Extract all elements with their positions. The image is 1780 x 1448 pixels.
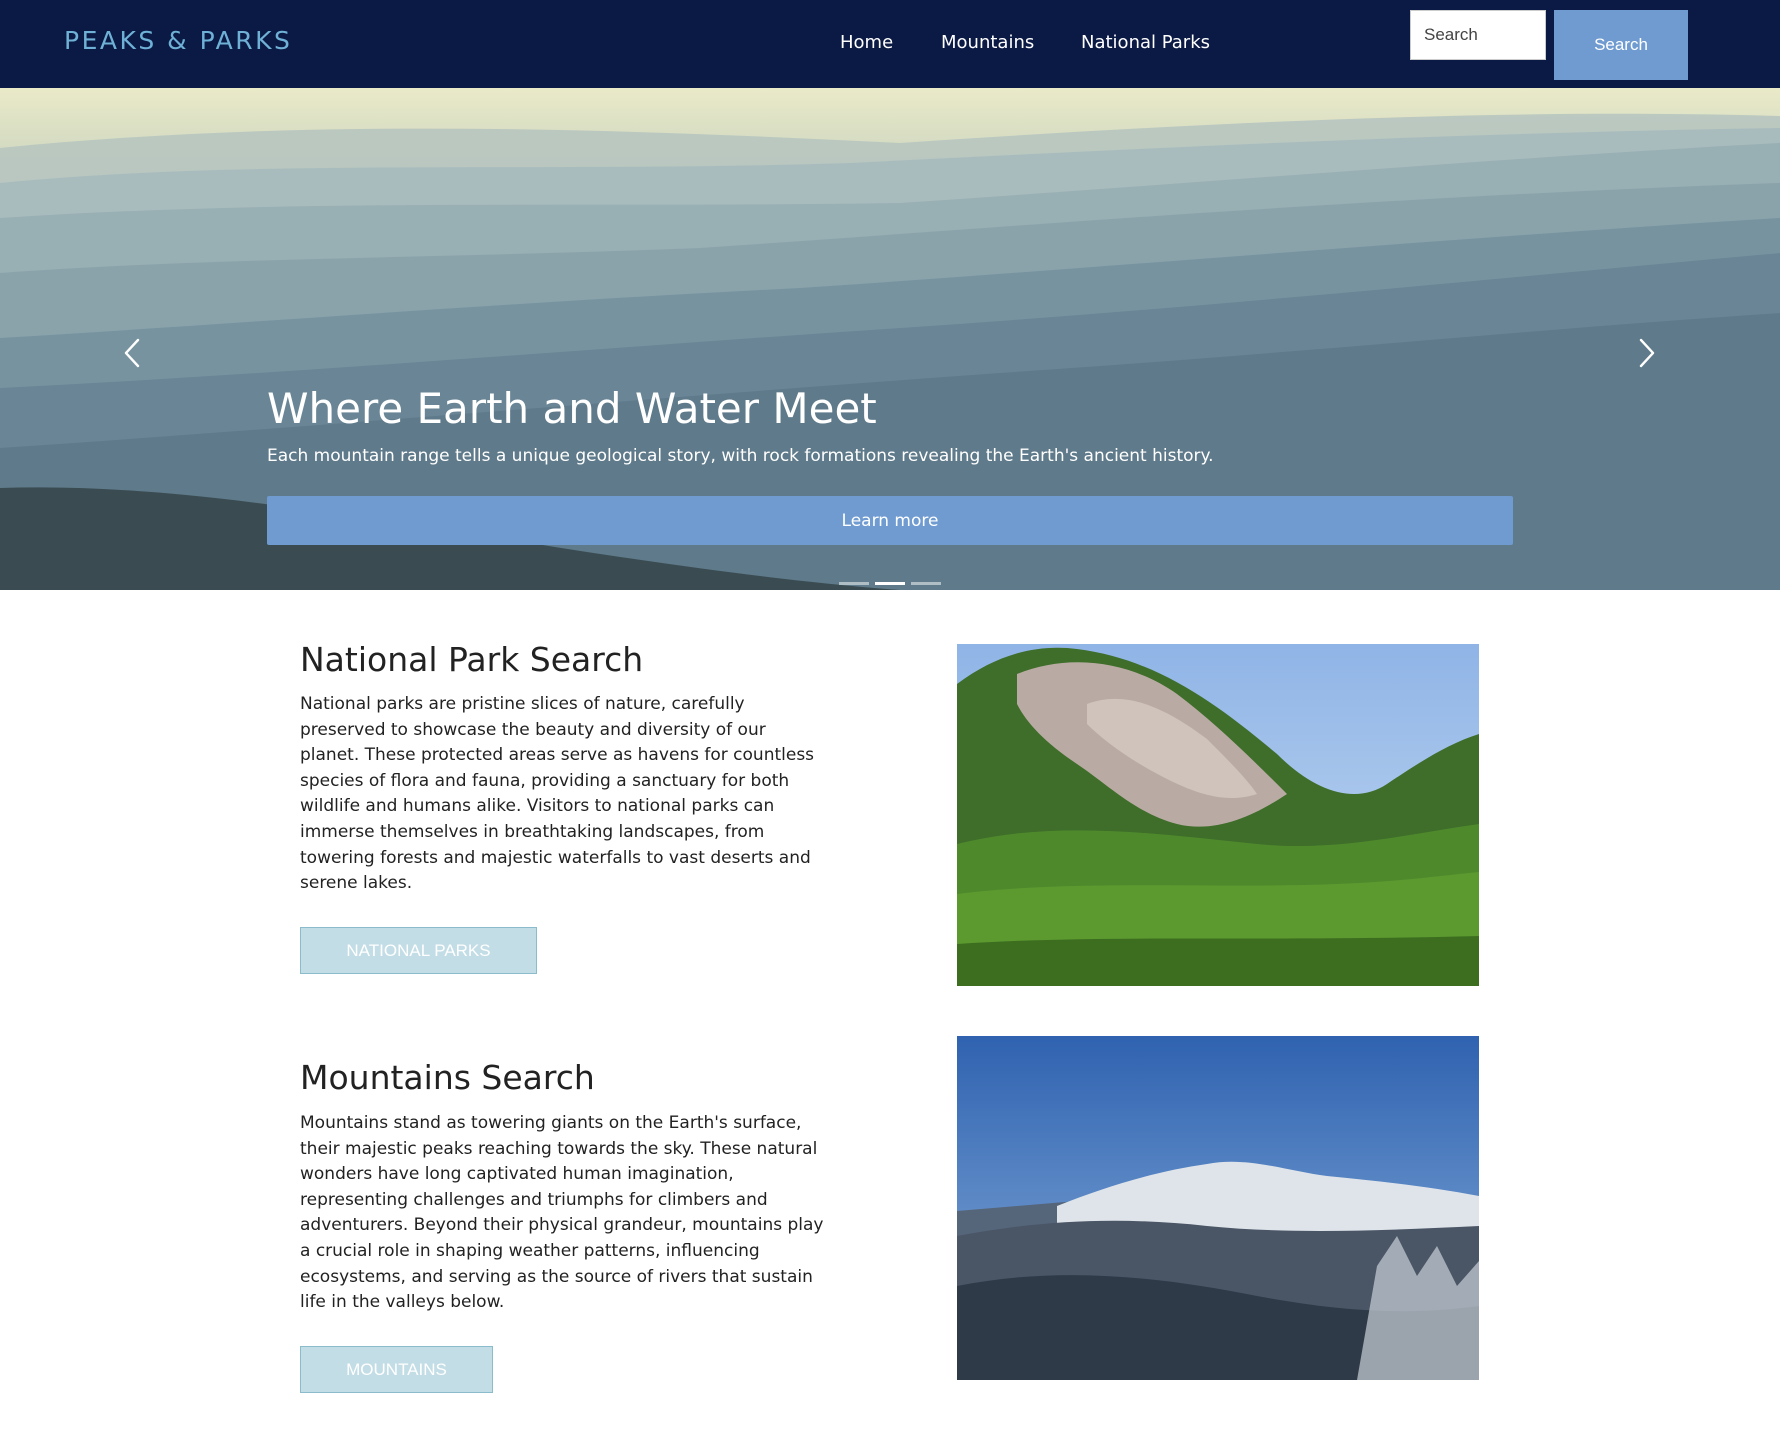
nav-link-mountains[interactable]: Mountains [941, 32, 1034, 53]
chevron-left-icon[interactable] [118, 336, 148, 370]
learn-more-button[interactable]: Learn more [267, 496, 1513, 545]
carousel-indicator-3[interactable] [911, 582, 941, 585]
mountains-button[interactable]: MOUNTAINS [300, 1346, 493, 1393]
search-button[interactable]: Search [1554, 10, 1688, 80]
mountains-search-title: Mountains Search [300, 1058, 595, 1097]
nav-link-home[interactable]: Home [840, 32, 893, 53]
national-park-search-title: National Park Search [300, 640, 644, 679]
top-navbar: PEAKS & PARKS Home Mountains National Pa… [0, 0, 1780, 88]
national-park-photo [957, 644, 1479, 986]
hero-title: Where Earth and Water Meet [267, 384, 877, 433]
chevron-right-icon[interactable] [1631, 336, 1661, 370]
mountains-photo [957, 1036, 1479, 1380]
hero-subtitle: Each mountain range tells a unique geolo… [267, 446, 1214, 466]
national-park-description: National parks are pristine slices of na… [300, 694, 815, 894]
carousel-indicator-2-active[interactable] [875, 582, 905, 585]
hero-carousel: Where Earth and Water Meet Each mountain… [0, 88, 1780, 590]
mountains-description: Mountains stand as towering giants on th… [300, 1113, 824, 1313]
national-parks-button[interactable]: NATIONAL PARKS [300, 927, 537, 974]
carousel-indicator-1[interactable] [839, 582, 869, 585]
nav-link-national-parks[interactable]: National Parks [1081, 32, 1210, 53]
brand-logo[interactable]: PEAKS & PARKS [64, 26, 292, 55]
search-input[interactable] [1410, 10, 1546, 60]
